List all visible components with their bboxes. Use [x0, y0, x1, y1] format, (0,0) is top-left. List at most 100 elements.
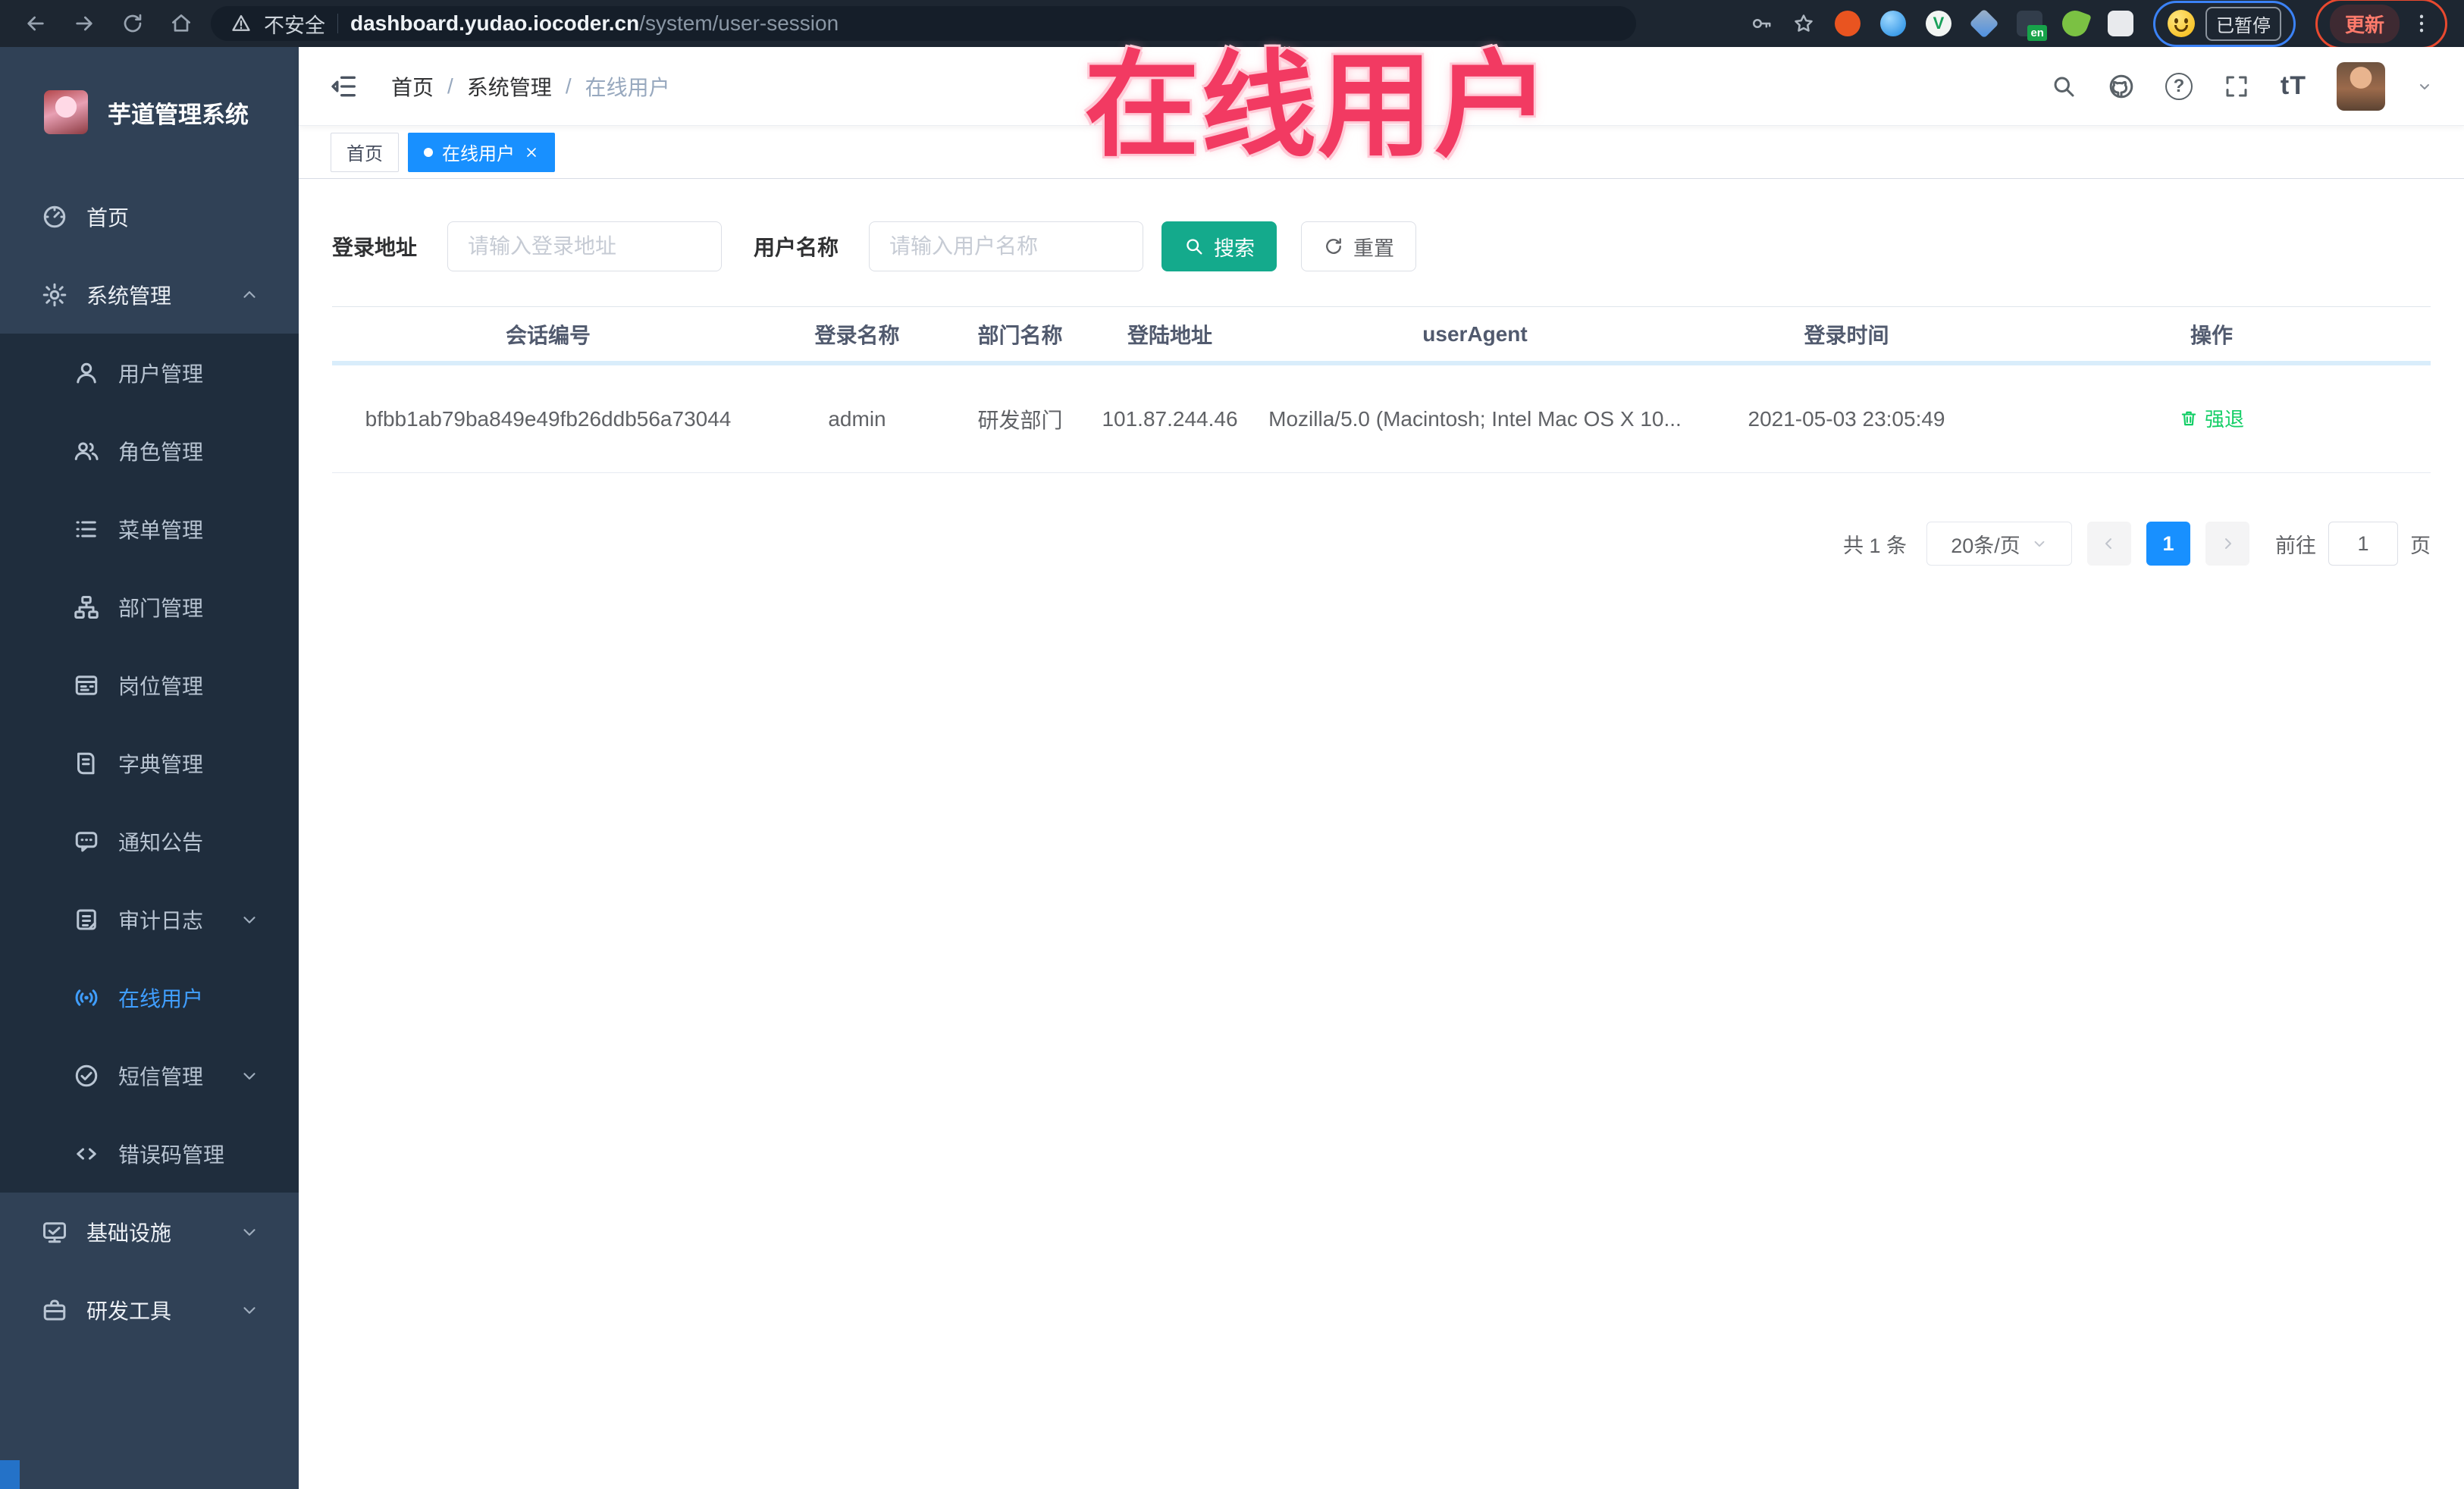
user-icon	[73, 359, 100, 387]
tab-home[interactable]: 首页	[331, 132, 399, 172]
sidebar-item-home[interactable]: 首页	[0, 177, 299, 255]
breadcrumb-system[interactable]: 系统管理	[467, 71, 552, 102]
chevron-down-icon	[240, 1066, 259, 1086]
search-icon[interactable]	[2050, 73, 2077, 100]
font-size-icon[interactable]: tT	[2281, 71, 2306, 101]
prev-page-button[interactable]	[2087, 522, 2131, 566]
extension-icon-blue-drop[interactable]	[1879, 11, 1906, 36]
sidebar: 芋道管理系统 首页 系统管理 用户管理 角色管理 菜单管理 部门管理 岗位管理 …	[0, 47, 299, 1489]
bookmark-star-icon[interactable]	[1792, 12, 1815, 35]
extension-icon-leaf[interactable]	[2058, 7, 2092, 40]
profile-avatar-emoji[interactable]	[2167, 10, 2195, 37]
force-logout-button[interactable]: 强退	[2179, 404, 2244, 432]
sidebar-item-department-management[interactable]: 部门管理	[0, 568, 299, 646]
tabs-view-bar: 首页 在线用户	[299, 126, 2464, 179]
help-icon[interactable]: ?	[2165, 72, 2193, 100]
chrome-update-button[interactable]: 更新	[2329, 4, 2400, 43]
extension-icon-diamond[interactable]	[1969, 8, 1999, 39]
toolbox-icon	[41, 1296, 68, 1324]
browser-reload-button[interactable]	[114, 5, 152, 42]
id-card-icon	[73, 672, 100, 699]
app-title: 芋道管理系统	[108, 101, 249, 128]
sidebar-item-audit-log[interactable]: 审计日志	[0, 880, 299, 958]
address-bar[interactable]: 不安全 dashboard.yudao.iocoder.cn/system/us…	[211, 6, 1636, 41]
main-area: 首页 / 系统管理 / 在线用户 ? tT 首页 在线用户 登录地址 请输入登录…	[299, 47, 2464, 1489]
username-input[interactable]	[869, 221, 1144, 271]
pagination-total: 共 1 条	[1842, 534, 1907, 557]
book-icon	[73, 750, 100, 777]
col-header-ip: 登陆地址	[1127, 323, 1212, 347]
sidebar-item-role-management[interactable]: 角色管理	[0, 412, 299, 490]
tab-online-users[interactable]: 在线用户	[408, 132, 555, 172]
refresh-icon	[1323, 236, 1344, 257]
app-header: 首页 / 系统管理 / 在线用户 ? tT	[299, 47, 2464, 126]
extension-icon-translator[interactable]: en	[2016, 11, 2047, 41]
login-address-input[interactable]	[447, 221, 723, 271]
search-form: 登录地址 用户名称 搜索 重置	[332, 221, 2431, 271]
user-avatar[interactable]	[2337, 61, 2385, 111]
page-jumper: 前往 页	[2275, 522, 2431, 566]
sidebar-item-sms-management[interactable]: 短信管理	[0, 1036, 299, 1114]
sidebar-item-label: 菜单管理	[118, 518, 204, 542]
extension-icon-orange[interactable]	[1834, 11, 1861, 36]
sidebar-item-menu-management[interactable]: 菜单管理	[0, 490, 299, 568]
force-logout-label: 强退	[2204, 408, 2244, 431]
tab-active-dot	[424, 147, 433, 157]
fullscreen-icon[interactable]	[2223, 73, 2250, 100]
shield-check-icon	[73, 1062, 100, 1089]
cell-session-id: bfbb1ab79ba849e49fb26ddb56a73044	[365, 406, 732, 431]
update-annotation-circle: 更新	[2315, 0, 2447, 49]
sidebar-item-dev-tools[interactable]: 研发工具	[0, 1271, 299, 1349]
col-header-session: 会话编号	[505, 323, 591, 347]
sidebar-item-infrastructure[interactable]: 基础设施	[0, 1193, 299, 1271]
sidebar-item-notice[interactable]: 通知公告	[0, 802, 299, 880]
sidebar-item-label: 字典管理	[118, 752, 204, 776]
page-number-1[interactable]: 1	[2146, 522, 2190, 566]
extensions-puzzle-icon[interactable]	[2107, 11, 2133, 36]
col-header-time: 登录时间	[1804, 323, 1889, 347]
github-icon[interactable]	[2108, 73, 2135, 100]
sidebar-item-user-management[interactable]: 用户管理	[0, 334, 299, 412]
breadcrumb-home[interactable]: 首页	[391, 71, 434, 102]
password-key-icon[interactable]	[1750, 12, 1773, 35]
jump-page-input[interactable]	[2328, 522, 2398, 566]
chevron-up-icon	[240, 285, 259, 305]
url-text[interactable]: dashboard.yudao.iocoder.cn/system/user-s…	[350, 11, 839, 36]
list-icon	[73, 516, 100, 543]
sidebar-collapse-icon[interactable]	[329, 71, 359, 102]
cell-login-time: 2021-05-03 23:05:49	[1748, 406, 1945, 431]
chevron-down-icon	[240, 1222, 259, 1242]
avatar-caret-down-icon[interactable]	[2415, 77, 2434, 96]
chat-bubble-icon	[73, 828, 100, 855]
page-content: 登录地址 用户名称 搜索 重置 会话编号	[299, 179, 2464, 1489]
chevron-down-icon	[2031, 535, 2048, 552]
sidebar-item-label: 研发工具	[86, 1299, 172, 1323]
sidebar-scrollbar-thumb[interactable]	[0, 1460, 20, 1489]
sidebar-item-online-users[interactable]: 在线用户	[0, 958, 299, 1036]
browser-forward-button[interactable]	[65, 5, 103, 42]
app-window: 芋道管理系统 首页 系统管理 用户管理 角色管理 菜单管理 部门管理 岗位管理 …	[0, 47, 2464, 1489]
sidebar-logo-row[interactable]: 芋道管理系统	[0, 47, 299, 177]
gear-icon	[41, 281, 68, 309]
page-size-value: 20条/页	[1951, 534, 2020, 557]
security-label[interactable]: 不安全	[264, 9, 325, 39]
browser-home-button[interactable]	[162, 5, 200, 42]
online-signal-icon	[73, 984, 100, 1011]
sync-paused-badge[interactable]: 已暂停	[2205, 6, 2281, 41]
browser-menu-icon[interactable]	[2410, 12, 2433, 35]
sidebar-item-label: 首页	[86, 205, 130, 230]
tab-close-icon[interactable]	[524, 145, 539, 160]
sidebar-item-post-management[interactable]: 岗位管理	[0, 646, 299, 724]
tab-label: 首页	[346, 144, 383, 165]
reset-button[interactable]: 重置	[1301, 221, 1417, 271]
extension-icon-v[interactable]: V	[1925, 11, 1951, 36]
next-page-button[interactable]	[2205, 522, 2249, 566]
breadcrumb-separator: /	[447, 74, 453, 98]
browser-back-button[interactable]	[17, 5, 55, 42]
search-button[interactable]: 搜索	[1161, 221, 1277, 271]
sidebar-item-error-code[interactable]: 错误码管理	[0, 1114, 299, 1193]
sidebar-item-label: 错误码管理	[118, 1143, 225, 1167]
sidebar-item-system-management[interactable]: 系统管理	[0, 255, 299, 334]
sidebar-item-dict-management[interactable]: 字典管理	[0, 724, 299, 802]
page-size-select[interactable]: 20条/页	[1926, 522, 2072, 566]
